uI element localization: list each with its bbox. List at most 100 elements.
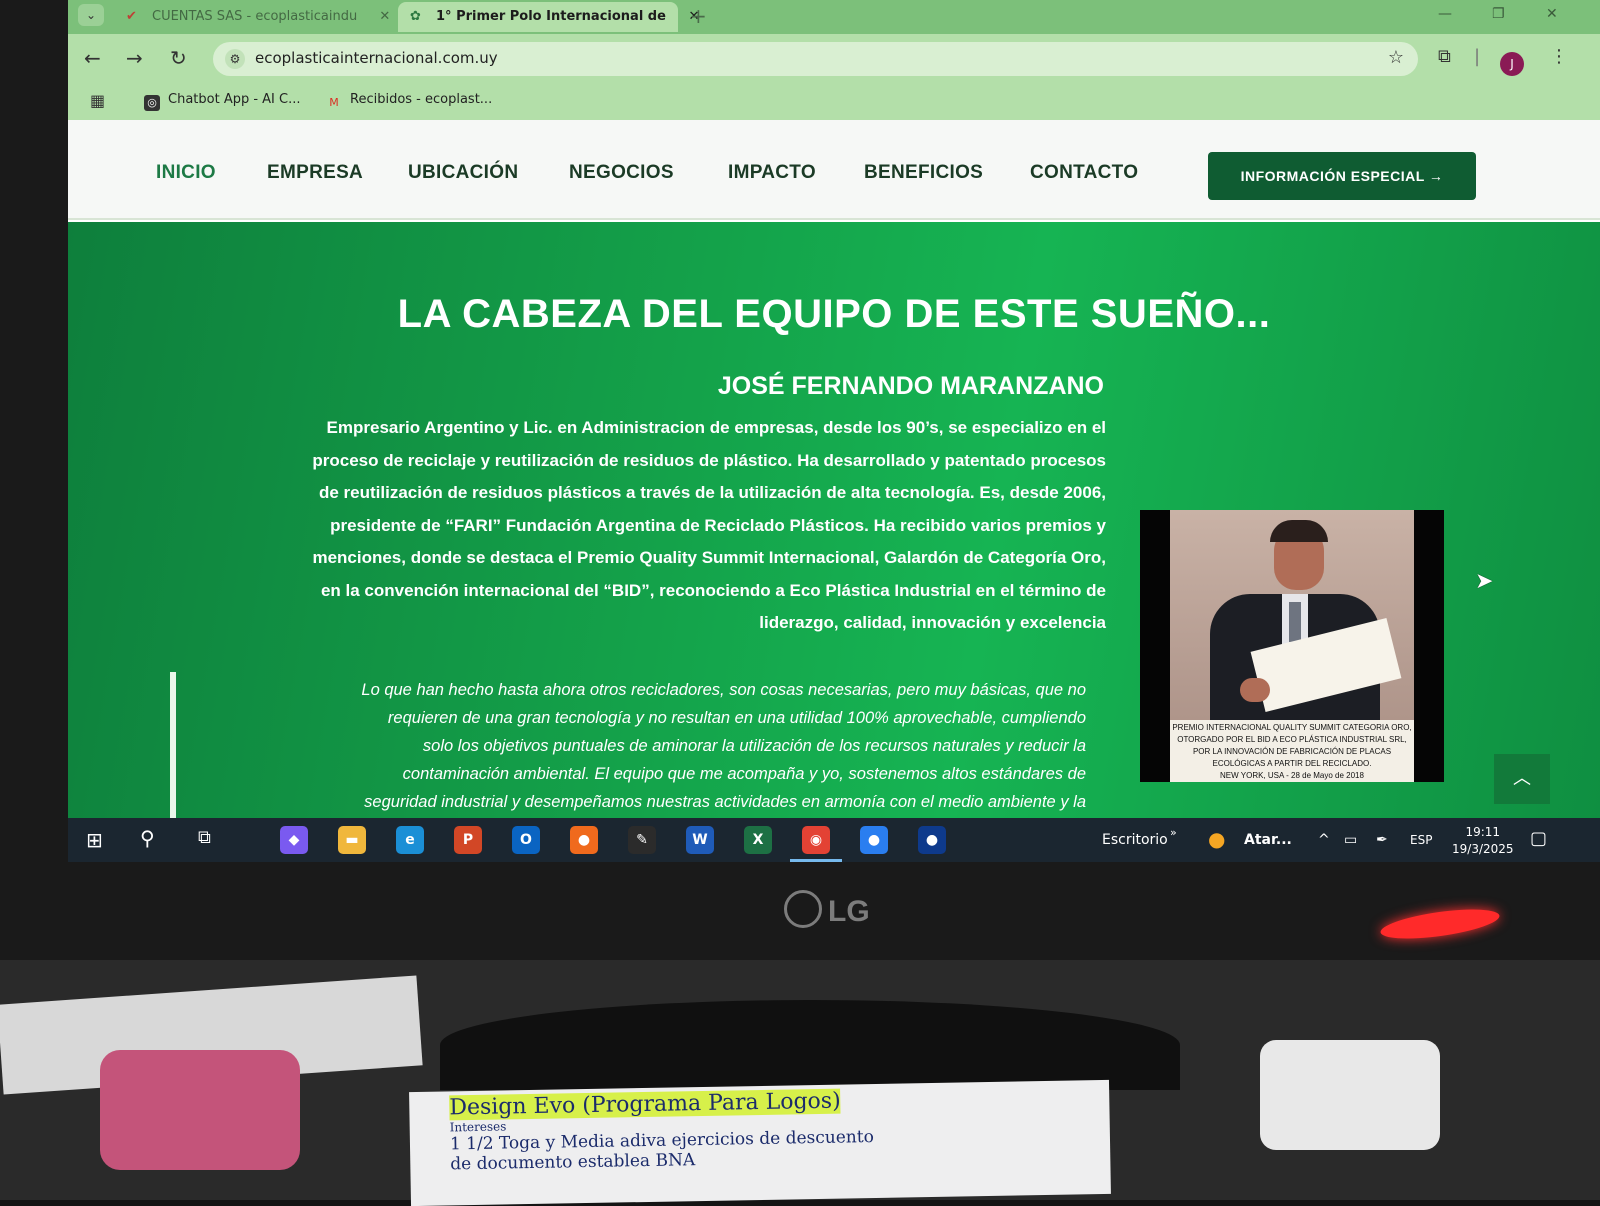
tab-search-button[interactable]: ⌄ [78,4,104,26]
caption-line: NEW YORK, USA - 28 de Mayo de 2018 [1220,771,1364,780]
desk-charger [1260,1040,1440,1150]
windows-taskbar: ⊞ ⚲ ⧉ Escritorio » ● Atar... ^ ▭ ✒ ESP 1… [68,818,1600,862]
toolbar-divider: | [1474,46,1481,67]
caption-line: OTORGADO POR EL BID A ECO PLÁSTICA INDUS… [1177,735,1407,744]
file-explorer-taskbar-icon[interactable]: ▬ [338,826,366,854]
bookmark-star-icon[interactable]: ☆ [1388,47,1404,68]
pen-icon[interactable]: ✒ [1376,832,1388,848]
quote-line: contaminación ambiental. El equipo que m… [402,765,1086,783]
excel-taskbar-icon[interactable]: X [744,826,772,854]
clock[interactable]: 19:11 19/3/2025 [1452,824,1514,858]
weather-label[interactable]: Atar... [1244,832,1292,848]
menu-kebab-icon[interactable]: ⋮ [1550,46,1568,67]
clock-date: 19/3/2025 [1452,842,1514,856]
bio-paragraph: Empresario Argentino y Lic. en Administr… [172,412,1106,640]
powerpoint-taskbar-icon[interactable]: P [454,826,482,854]
chatbot-icon: ◎ [144,95,160,111]
nav-ubicacion[interactable]: UBICACIÓN [408,162,518,184]
address-bar[interactable]: ⚙ ecoplasticainternacional.com.uy ☆ [213,42,1418,76]
bookmark-label: Recibidos - ecoplast... [350,92,493,107]
new-tab-button[interactable]: + [690,4,707,28]
tab-polo-internacional[interactable]: ✿ 1° Primer Polo Internacional de ✕ [398,2,699,32]
edge-taskbar-icon[interactable]: e [396,826,424,854]
chevron-right-icon[interactable]: » [1170,826,1177,839]
apps-grid-icon[interactable]: ▦ [90,91,105,110]
word-taskbar-icon[interactable]: W [686,826,714,854]
app-blue-taskbar-icon[interactable]: ● [860,826,888,854]
bio-line: presidente de “FARI” Fundación Argentina… [330,515,1106,535]
monitor-brand-logo: LG [784,890,870,929]
close-tab-icon[interactable]: ✕ [379,9,390,24]
bio-line: de reutilización de residuos plásticos a… [319,483,1106,502]
monitor-screen: ⌄ ✔ CUENTAS SAS - ecoplasticaindu ✕ ✿ 1°… [68,0,1600,862]
gmail-icon: M [329,96,339,109]
nav-inicio[interactable]: INICIO [156,162,216,184]
app-dark-taskbar-icon[interactable]: ● [918,826,946,854]
restore-icon[interactable]: ❐ [1492,6,1505,22]
desktop-toolbar-label[interactable]: Escritorio [1102,832,1168,848]
nav-negocios[interactable]: NEGOCIOS [569,162,674,184]
bookmark-label: Chatbot App - AI C... [168,92,301,107]
whatsapp-web-taskbar-icon[interactable]: ✎ [628,826,656,854]
photo-hand [1240,678,1270,702]
profile-avatar[interactable]: J [1500,52,1524,76]
award-photo-image: PREMIO INTERNACIONAL QUALITY SUMMIT CATE… [1170,510,1414,782]
caption-line: PREMIO INTERNACIONAL QUALITY SUMMIT CATE… [1172,723,1412,732]
bio-line: Empresario Argentino y Lic. en Administr… [326,418,1106,437]
bookmark-gmail[interactable]: M Recibidos - ecoplast... [326,92,492,111]
bio-line: liderazgo, calidad, innovación y excelen… [759,613,1106,632]
tab-cuentas-sas[interactable]: ✔ CUENTAS SAS - ecoplasticaindu ✕ [114,2,390,32]
nav-empresa[interactable]: EMPRESA [267,162,363,184]
task-view-icon[interactable]: ⧉ [198,827,211,848]
bio-line: en la convención internacional del “BID”… [320,580,1106,600]
photo-hair [1270,520,1328,542]
quote-paragraph: Lo que han hecho hasta ahora otros recic… [198,676,1086,816]
scroll-to-top-button[interactable]: ︿ [1494,754,1550,804]
handwritten-note: Design Evo (Programa Para Logos) Interes… [409,1079,1111,1206]
bookmarks-bar: ▦ ◎ Chatbot App - AI C... M Recibidos - ec… [68,82,1600,120]
leaf-globe-icon: ✿ [410,9,421,24]
windows-start-icon[interactable]: ⊞ [86,828,103,852]
nav-impacto[interactable]: IMPACTO [728,162,816,184]
award-photo: PREMIO INTERNACIONAL QUALITY SUMMIT CATE… [1140,510,1444,782]
search-icon[interactable]: ⚲ [140,826,155,850]
browser-toolbar: ← → ↻ ⚙ ecoplasticainternacional.com.uy … [68,34,1600,82]
nav-beneficios[interactable]: BENEFICIOS [864,162,983,184]
back-arrow-icon[interactable]: ← [84,46,101,70]
minimize-icon[interactable]: — [1438,6,1452,22]
forward-arrow-icon[interactable]: → [126,46,143,70]
site-info-icon[interactable]: ⚙ [225,49,245,69]
monitor-stand [440,1000,1180,1090]
close-window-icon[interactable]: ✕ [1546,6,1558,22]
chevron-up-icon[interactable]: ^ [1318,832,1330,848]
photo-tie [1289,602,1301,642]
quote-line: requieren de una gran tecnología y no re… [387,709,1086,727]
browser-tab-strip: ⌄ ✔ CUENTAS SAS - ecoplasticaindu ✕ ✿ 1°… [68,0,1600,34]
person-name: JOSÉ FERNANDO MARANZANO [717,372,1104,400]
brand-label: LG [828,895,870,928]
outlook-taskbar-icon[interactable]: O [512,826,540,854]
hero-title: LA CABEZA DEL EQUIPO DE ESTE SUEÑO... [397,292,1271,336]
site-header: INICIO EMPRESA UBICACIÓN NEGOCIOS IMPACT… [68,120,1600,220]
language-indicator[interactable]: ESP [1410,833,1432,847]
caption-line: ECOLÓGICAS A PARTIR DEL RECICLADO. [1212,759,1372,768]
reload-icon[interactable]: ↻ [170,46,187,70]
bookmark-chatbot[interactable]: ◎ Chatbot App - AI C... [144,92,301,111]
copilot-taskbar-icon[interactable]: ◆ [280,826,308,854]
weather-icon: ● [1208,827,1226,851]
network-icon[interactable]: ▭ [1344,832,1357,848]
informacion-especial-button[interactable]: INFORMACIÓN ESPECIAL → [1208,152,1476,200]
firefox-taskbar-icon[interactable]: ● [570,826,598,854]
notifications-icon[interactable]: ▢ [1530,828,1547,849]
tab-label: 1° Primer Polo Internacional de [436,9,666,24]
chrome-taskbar-icon[interactable]: ◉ [790,826,842,862]
lg-circle-icon [784,890,822,928]
quote-line: seguridad industrial y desempeñamos nues… [364,793,1086,811]
caption-line: POR LA INNOVACIÓN DE FABRICACIÓN DE PLAC… [1192,747,1392,756]
nav-contacto[interactable]: CONTACTO [1030,162,1138,184]
photo-caption: PREMIO INTERNACIONAL QUALITY SUMMIT CATE… [1170,720,1414,782]
tab-label: CUENTAS SAS - ecoplasticaindu [152,9,358,24]
extensions-icon[interactable]: ⧉ [1438,46,1451,67]
quote-line: solo los objetivos puntuales de aminorar… [422,737,1086,755]
clock-time: 19:11 [1465,825,1501,839]
